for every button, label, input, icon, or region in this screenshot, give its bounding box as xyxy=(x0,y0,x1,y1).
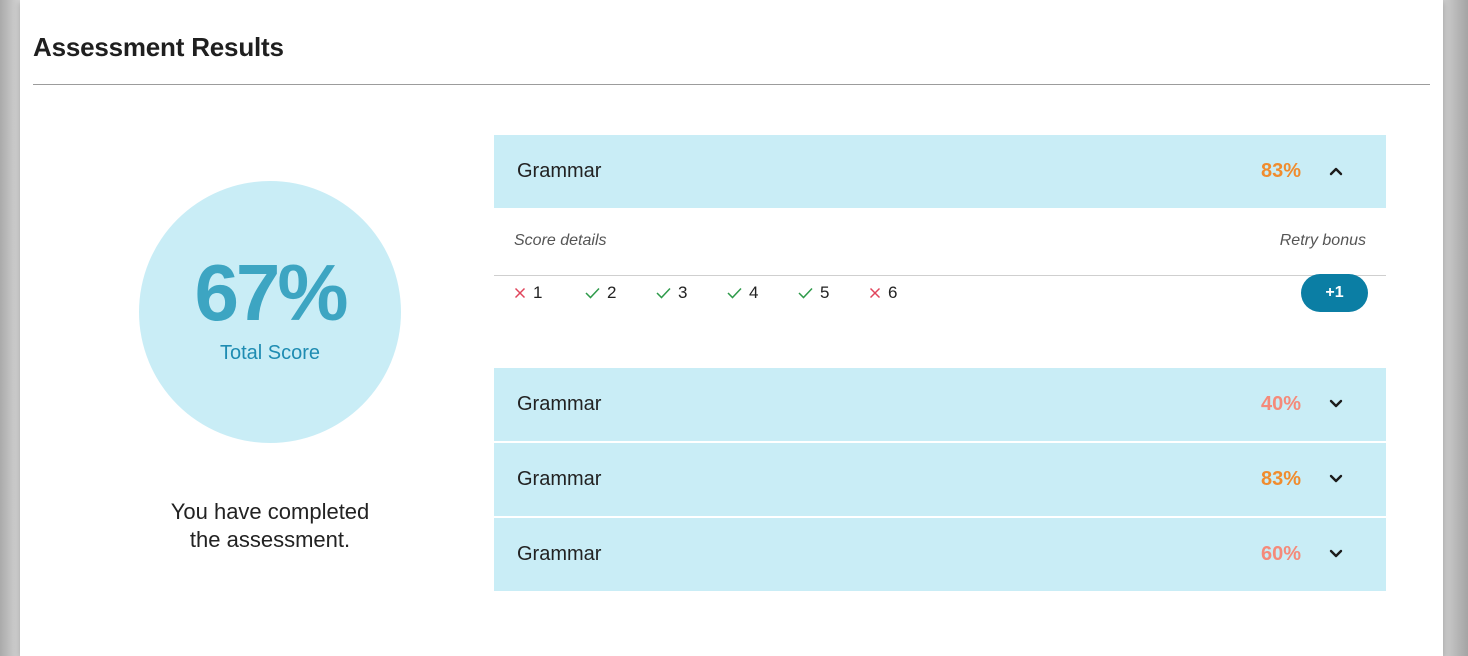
question-number: 2 xyxy=(607,283,617,302)
question-number: 4 xyxy=(749,283,759,302)
chevron-up-icon[interactable] xyxy=(1328,163,1344,179)
section-name: Grammar xyxy=(517,543,602,565)
question-result-5: 5 xyxy=(798,283,869,303)
section-percent: 83% xyxy=(1260,160,1301,182)
total-score-value: 67% xyxy=(194,248,348,337)
question-result-2: 2 xyxy=(585,283,656,303)
window-shadow-right xyxy=(1443,0,1468,656)
question-result-3: 3 xyxy=(656,283,727,303)
window-shadow-left xyxy=(0,0,20,656)
assessment-results-panel: Assessment Results 67% Total Score You h… xyxy=(20,0,1443,656)
total-score-label: Total Score xyxy=(219,342,321,364)
section-name: Grammar xyxy=(517,393,602,415)
cross-icon xyxy=(869,287,881,299)
section-details-grammar-1: Score details Retry bonus 1 2 3 4 5 6 +1 xyxy=(494,208,1386,368)
section-header-grammar-2[interactable]: Grammar 40% xyxy=(494,368,1386,441)
check-icon xyxy=(656,287,671,299)
section-header-grammar-1[interactable]: Grammar 83% xyxy=(494,135,1386,208)
section-header-grammar-3[interactable]: Grammar 83% xyxy=(494,443,1386,516)
question-result-4: 4 xyxy=(727,283,798,303)
question-number: 6 xyxy=(888,283,898,302)
question-number: 1 xyxy=(533,283,543,302)
chevron-down-icon[interactable] xyxy=(1328,546,1344,562)
completion-message: You have completed the assessment. xyxy=(129,498,411,554)
completion-message-line1: You have completed xyxy=(170,499,370,524)
section-name: Grammar xyxy=(517,468,602,490)
section-percent: 60% xyxy=(1260,543,1301,565)
page-title: Assessment Results xyxy=(33,32,284,62)
check-icon xyxy=(798,287,813,299)
chevron-down-icon[interactable] xyxy=(1328,471,1344,487)
completion-message-line2: the assessment. xyxy=(189,527,351,552)
section-percent: 40% xyxy=(1260,393,1301,415)
chevron-down-icon[interactable] xyxy=(1328,396,1344,412)
details-header: Score details Retry bonus xyxy=(494,208,1386,276)
check-icon xyxy=(585,287,600,299)
check-icon xyxy=(727,287,742,299)
total-score-circle: 67% Total Score xyxy=(139,181,401,443)
question-result-6: 6 xyxy=(869,283,940,303)
section-header-grammar-4[interactable]: Grammar 60% xyxy=(494,518,1386,591)
question-results-row: 1 2 3 4 5 6 xyxy=(514,281,940,305)
title-divider xyxy=(33,84,1430,85)
question-number: 5 xyxy=(820,283,830,302)
question-number: 3 xyxy=(678,283,688,302)
section-results-list: Grammar 83% Score details Retry bonus 1 xyxy=(494,135,1386,591)
question-result-1: 1 xyxy=(514,283,585,303)
section-percent: 83% xyxy=(1260,468,1301,490)
retry-bonus-button[interactable]: +1 xyxy=(1301,274,1368,312)
score-details-label: Score details xyxy=(514,232,607,249)
cross-icon xyxy=(514,287,526,299)
section-name: Grammar xyxy=(517,160,602,182)
retry-bonus-label: Retry bonus xyxy=(1279,232,1366,249)
